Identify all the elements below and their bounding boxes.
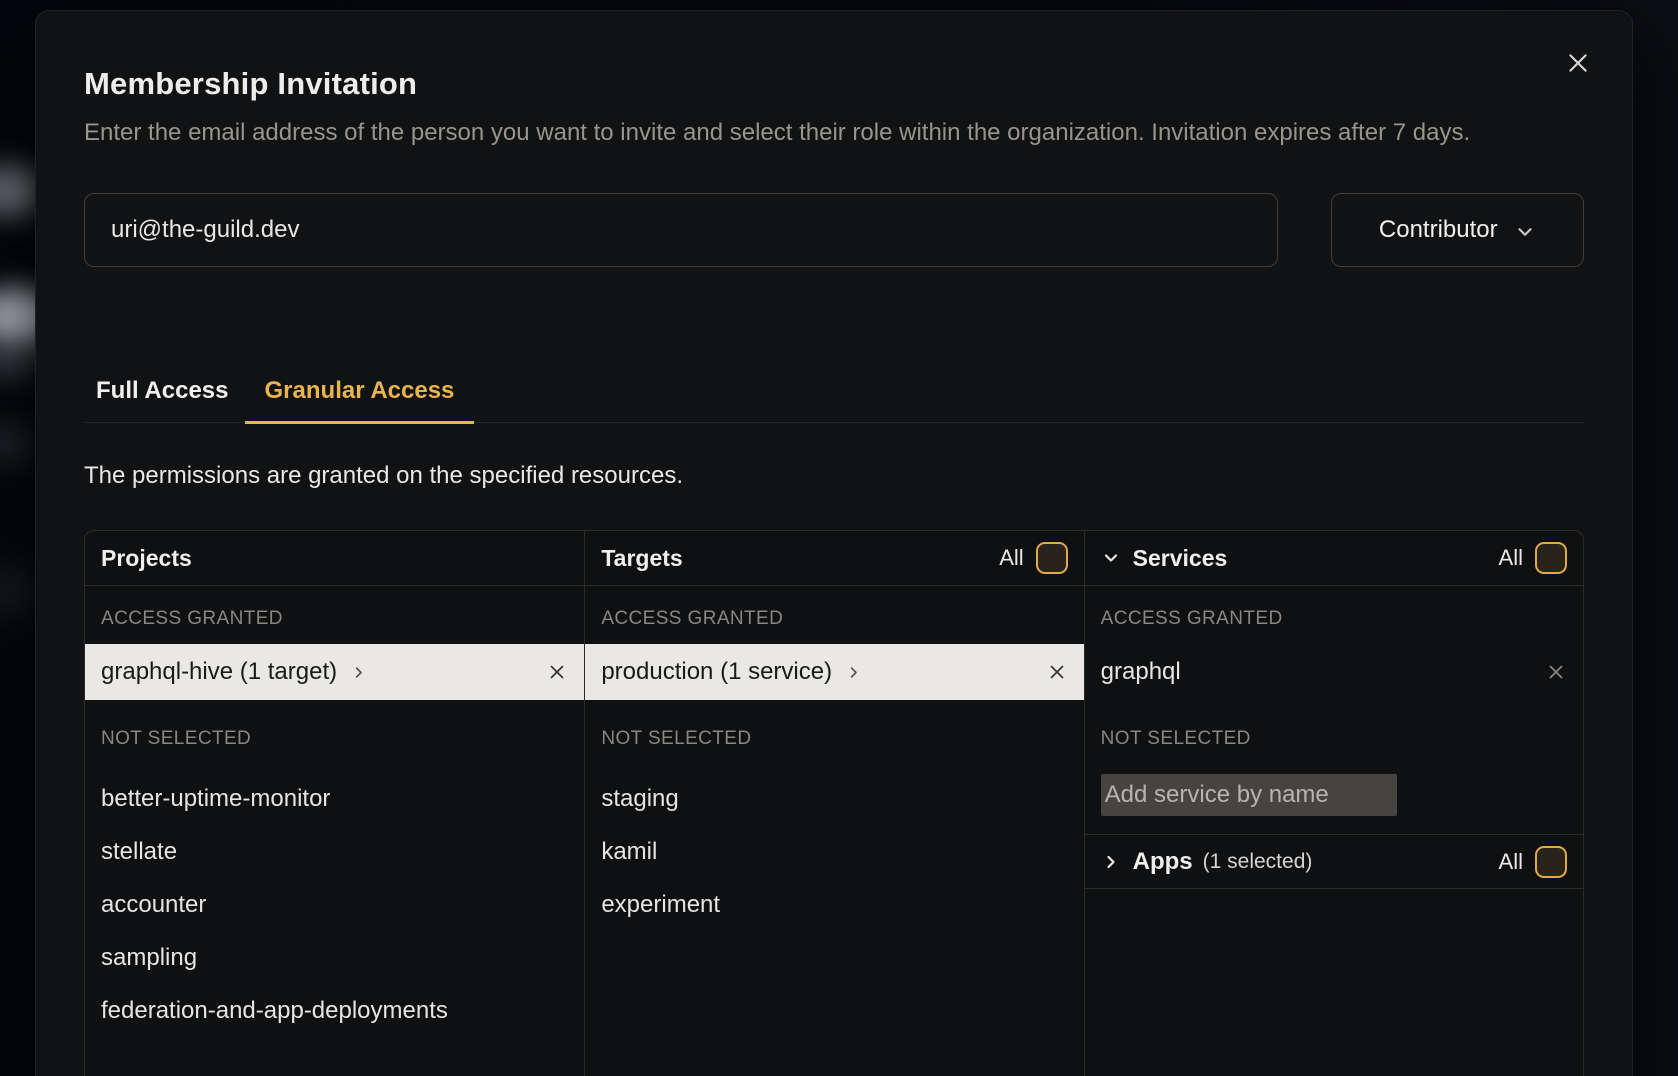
targets-column: Targets All ACCESS GRANTED production (1… (584, 531, 1083, 1076)
target-item[interactable]: staging (585, 772, 1083, 825)
apps-section-row[interactable]: Apps (1 selected) All (1085, 834, 1583, 889)
remove-icon (546, 661, 568, 683)
targets-header-label: Targets (601, 545, 682, 572)
targets-header: Targets All (585, 531, 1083, 586)
services-header: Services All (1085, 531, 1583, 586)
tab-granular-access-label: Granular Access (265, 377, 455, 404)
project-item[interactable]: stellate (85, 825, 584, 878)
services-all-label: All (1499, 545, 1523, 571)
background-glow-blob (0, 344, 40, 380)
projects-not-selected-label: NOT SELECTED (85, 700, 584, 772)
dialog-description: Enter the email address of the person yo… (84, 114, 1584, 152)
chevron-right-icon (846, 665, 861, 680)
selected-target-row[interactable]: production (1 service) (585, 644, 1083, 700)
role-select-value: Contributor (1379, 216, 1498, 244)
role-select[interactable]: Contributor (1331, 193, 1584, 267)
services-header-label: Services (1133, 545, 1228, 572)
tab-granular-access[interactable]: Granular Access (245, 377, 475, 424)
projects-column: Projects ACCESS GRANTED graphql-hive (1 … (85, 531, 584, 1076)
targets-all-checkbox[interactable] (1036, 542, 1068, 574)
projects-header: Projects (85, 531, 584, 586)
chevron-down-icon (1514, 221, 1536, 243)
email-input[interactable] (84, 193, 1278, 267)
targets-not-selected-label: NOT SELECTED (585, 700, 1083, 772)
selected-project-row[interactable]: graphql-hive (1 target) (85, 644, 584, 700)
invite-form-row: Contributor (84, 193, 1584, 267)
membership-invitation-dialog: Membership Invitation Enter the email ad… (35, 10, 1633, 1076)
services-column: Services All ACCESS GRANTED graphql NOT … (1084, 531, 1583, 1076)
targets-access-granted-label: ACCESS GRANTED (585, 586, 1083, 644)
close-icon (1565, 50, 1591, 76)
background-glow-blob (0, 565, 40, 617)
projects-access-granted-label: ACCESS GRANTED (85, 586, 584, 644)
services-access-granted-label: ACCESS GRANTED (1085, 586, 1583, 644)
remove-icon (1046, 661, 1068, 683)
tab-full-access[interactable]: Full Access (84, 377, 241, 424)
access-tabs: Full Access Granular Access (84, 377, 1584, 423)
services-not-selected-label: NOT SELECTED (1085, 700, 1583, 772)
dialog-title: Membership Invitation (84, 65, 1584, 102)
services-all-checkbox[interactable] (1535, 542, 1567, 574)
remove-service-button[interactable] (1545, 661, 1567, 683)
remove-icon (1545, 661, 1567, 683)
selected-target-label: production (1 service) (601, 658, 832, 686)
remove-target-button[interactable] (1046, 661, 1068, 683)
project-item[interactable]: sampling (85, 931, 584, 984)
targets-all-label: All (999, 545, 1023, 571)
close-button[interactable] (1562, 47, 1594, 79)
apps-section-label: Apps (1133, 848, 1193, 876)
projects-header-label: Projects (101, 545, 192, 572)
selected-service-label: graphql (1101, 658, 1181, 686)
project-item[interactable]: federation-and-app-deployments (85, 984, 584, 1037)
background-glow-blob (0, 422, 36, 464)
chevron-right-icon (351, 665, 366, 680)
chevron-down-icon[interactable] (1101, 548, 1121, 568)
apps-all-checkbox[interactable] (1535, 846, 1567, 878)
resources-table: Projects ACCESS GRANTED graphql-hive (1 … (84, 530, 1584, 1076)
project-item[interactable]: better-uptime-monitor (85, 772, 584, 825)
chevron-right-icon (1101, 852, 1121, 872)
target-item[interactable]: kamil (585, 825, 1083, 878)
remove-project-button[interactable] (546, 661, 568, 683)
permissions-note: The permissions are granted on the speci… (84, 461, 1584, 491)
tab-full-access-label: Full Access (96, 377, 229, 404)
apps-all-label: All (1499, 849, 1523, 875)
apps-selected-count: (1 selected) (1203, 850, 1313, 874)
target-item[interactable]: experiment (585, 878, 1083, 931)
project-item[interactable]: accounter (85, 878, 584, 931)
add-service-input[interactable] (1101, 774, 1397, 816)
selected-project-label: graphql-hive (1 target) (101, 658, 337, 686)
selected-service-row: graphql (1085, 644, 1583, 700)
